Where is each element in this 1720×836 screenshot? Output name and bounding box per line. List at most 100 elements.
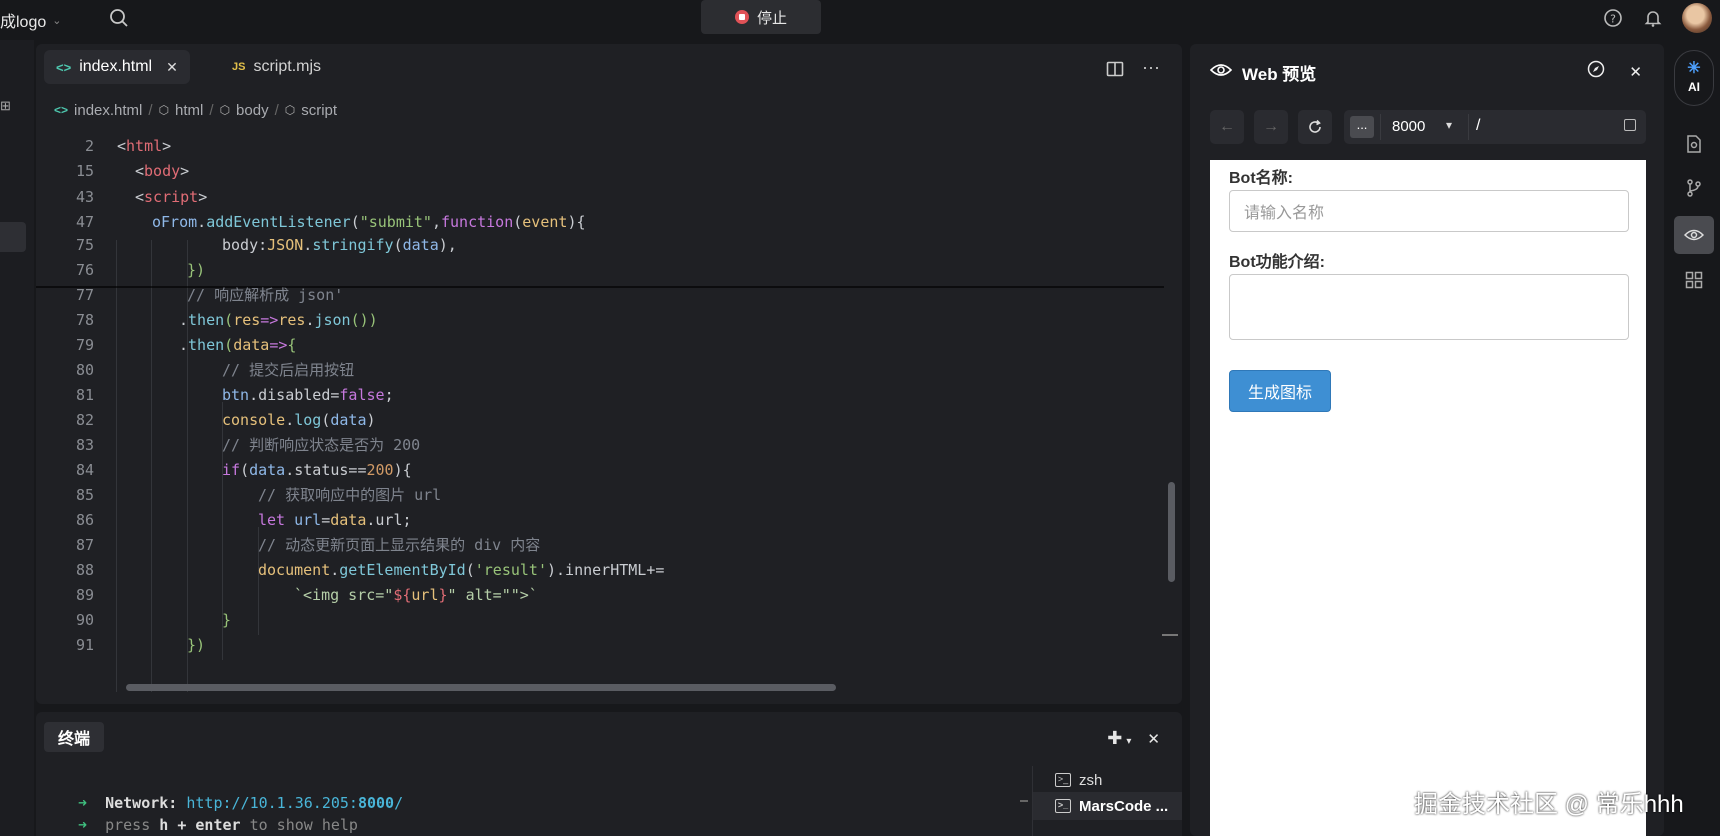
split-editor-icon[interactable]: [1106, 60, 1124, 83]
cube-icon: ⬡: [284, 103, 296, 117]
doc-search-icon[interactable]: [1682, 132, 1706, 156]
code-area[interactable]: 2 <html> 15 <body> 43 <script> 47 oFrom.addE…: [36, 132, 1164, 692]
breadcrumb-item[interactable]: html: [175, 102, 203, 119]
tab-terminal[interactable]: 终端: [44, 722, 105, 752]
new-file-icon[interactable]: ⊞: [0, 98, 14, 113]
code-line: 43 <script>: [75, 187, 208, 206]
url-path-input[interactable]: /: [1476, 117, 1480, 135]
bell-icon[interactable]: [1642, 7, 1664, 29]
compass-icon[interactable]: [1587, 60, 1605, 83]
bot-desc-textarea[interactable]: [1229, 274, 1629, 340]
url-options-button[interactable]: ...: [1350, 116, 1374, 138]
preview-page: Bot名称: 请输入名称 Bot功能介绍: 生成图标: [1210, 160, 1646, 836]
code-line: 79 .then(data=>{: [75, 335, 297, 354]
chevron-down-icon: ⌄: [52, 14, 62, 27]
bot-name-input[interactable]: 请输入名称: [1229, 190, 1629, 232]
close-icon[interactable]: ✕: [1629, 63, 1642, 81]
tab-label: index.html: [79, 58, 153, 75]
generate-icon-button[interactable]: 生成图标: [1229, 370, 1331, 412]
code-line: 80// 提交后启用按钮: [75, 360, 355, 380]
stop-button[interactable]: 停止: [701, 0, 821, 34]
search-icon[interactable]: [108, 7, 130, 29]
explorer-item-selected[interactable]: [0, 222, 26, 252]
code-line: 85// 获取响应中的图片 url: [75, 485, 442, 505]
logo-text: 成logo: [0, 14, 47, 31]
code-line: 88 document.getElementById('result').inne…: [75, 560, 665, 579]
close-icon[interactable]: ✕: [166, 59, 178, 76]
terminal-icon: >_: [1055, 773, 1071, 787]
code-line: 77// 响应解析成 json': [75, 285, 344, 305]
grid-icon[interactable]: [1682, 268, 1706, 292]
bot-desc-label: Bot功能介绍:: [1229, 254, 1325, 271]
git-branch-icon[interactable]: [1682, 176, 1706, 200]
web-preview-panel: Web 预览 ✕ ← → ... 8000 ▾ / Bot名称: 请输入名称 B…: [1190, 44, 1664, 836]
terminal-session-list: >_ zsh >_ MarsCode ...: [1032, 766, 1182, 836]
code-editor: <> index.html ✕ JS script.mjs ··· <> ind…: [36, 44, 1182, 704]
stop-icon: [734, 10, 749, 24]
horizontal-scrollbar[interactable]: [126, 684, 836, 691]
close-icon[interactable]: ✕: [1147, 730, 1160, 748]
reload-icon: [1309, 119, 1321, 133]
watermark: 掘金技术社区 @ 常乐hhh: [1414, 791, 1684, 818]
editor-tools: ···: [1106, 58, 1160, 83]
forward-button[interactable]: →: [1254, 110, 1288, 144]
ai-assistant-button[interactable]: ✳ AI: [1674, 50, 1714, 106]
code-line: 89 `<img src="${url}" alt="">`: [75, 585, 538, 604]
code-line: 15 <body>: [75, 161, 190, 180]
terminal-session-zsh[interactable]: >_ zsh: [1033, 766, 1182, 794]
code-line: 84 if(data.status==200){: [75, 460, 412, 479]
code-icon: <>: [54, 103, 69, 117]
tab-index-html[interactable]: <> index.html ✕: [44, 50, 190, 84]
code-line: 82 console.log(data): [75, 410, 376, 429]
cube-icon: ⬡: [219, 103, 231, 117]
code-line: 76}): [75, 260, 206, 279]
terminal-tools: ✚ ▾ ✕: [1107, 728, 1160, 749]
ai-label: AI: [1688, 80, 1700, 94]
editor-tabs: <> index.html ✕ JS script.mjs ···: [36, 44, 1182, 92]
code-line: 78 .then(res=>res.json()): [75, 310, 378, 329]
code-line: 81 btn.disabled=false;: [75, 385, 394, 404]
left-activity-rail: ⊞: [0, 40, 34, 836]
js-file-icon: JS: [232, 61, 246, 73]
terminal-output-line: ➜ press h + enter to show help: [78, 816, 358, 834]
port-select[interactable]: 8000: [1392, 118, 1425, 135]
more-icon[interactable]: ···: [1142, 58, 1160, 83]
bot-name-label: Bot名称:: [1229, 170, 1293, 187]
breadcrumb-item[interactable]: script: [301, 102, 337, 119]
chevron-down-icon[interactable]: ▾: [1446, 118, 1452, 132]
code-line: 87// 动态更新页面上显示结果的 div 内容: [75, 535, 541, 555]
breadcrumb: <> index.html / ⬡ html / ⬡ body / ⬡ scri…: [54, 101, 338, 119]
terminal-session-marscode[interactable]: >_ MarsCode ...: [1033, 792, 1182, 820]
code-line: 86 let url=data.url;: [75, 510, 412, 529]
eye-icon: [1209, 62, 1233, 83]
workspace-switcher[interactable]: 成logo ⌄: [0, 8, 61, 32]
back-button[interactable]: ←: [1210, 110, 1244, 144]
url-bar[interactable]: ... 8000 ▾ /: [1344, 110, 1646, 144]
reload-button[interactable]: [1298, 110, 1332, 144]
sparkle-icon: ✳: [1687, 60, 1701, 77]
top-right-icons: ?: [1602, 0, 1720, 36]
terminal-icon: >_: [1055, 799, 1071, 813]
top-bar: 成logo ⌄ 停止 ?: [0, 0, 1720, 38]
eye-icon[interactable]: [1682, 223, 1706, 247]
preview-header: Web 预览: [1209, 60, 1316, 85]
tab-script-mjs[interactable]: JS script.mjs: [220, 50, 333, 84]
open-external-icon[interactable]: [1624, 119, 1636, 131]
svg-text:?: ?: [1610, 13, 1616, 26]
code-line: 83// 判断响应状态是否为 200: [75, 435, 421, 455]
code-line: 91}): [75, 635, 206, 654]
tab-label: script.mjs: [253, 58, 322, 75]
code-icon: <>: [56, 59, 72, 75]
help-icon[interactable]: ?: [1602, 7, 1624, 29]
add-terminal-icon[interactable]: ✚ ▾: [1107, 728, 1131, 749]
cube-icon: ⬡: [158, 103, 170, 117]
preview-tools: ✕: [1587, 60, 1642, 83]
right-activity-rail: ✳ AI: [1666, 40, 1720, 836]
breadcrumb-item[interactable]: body: [236, 102, 269, 119]
stop-label: 停止: [756, 9, 787, 27]
breadcrumb-item[interactable]: index.html: [74, 102, 142, 119]
avatar[interactable]: [1682, 3, 1712, 33]
code-line: 90}: [75, 610, 232, 629]
vertical-scrollbar[interactable]: [1168, 482, 1175, 582]
code-line: 75 body:JSON.stringify(data),: [75, 235, 457, 254]
